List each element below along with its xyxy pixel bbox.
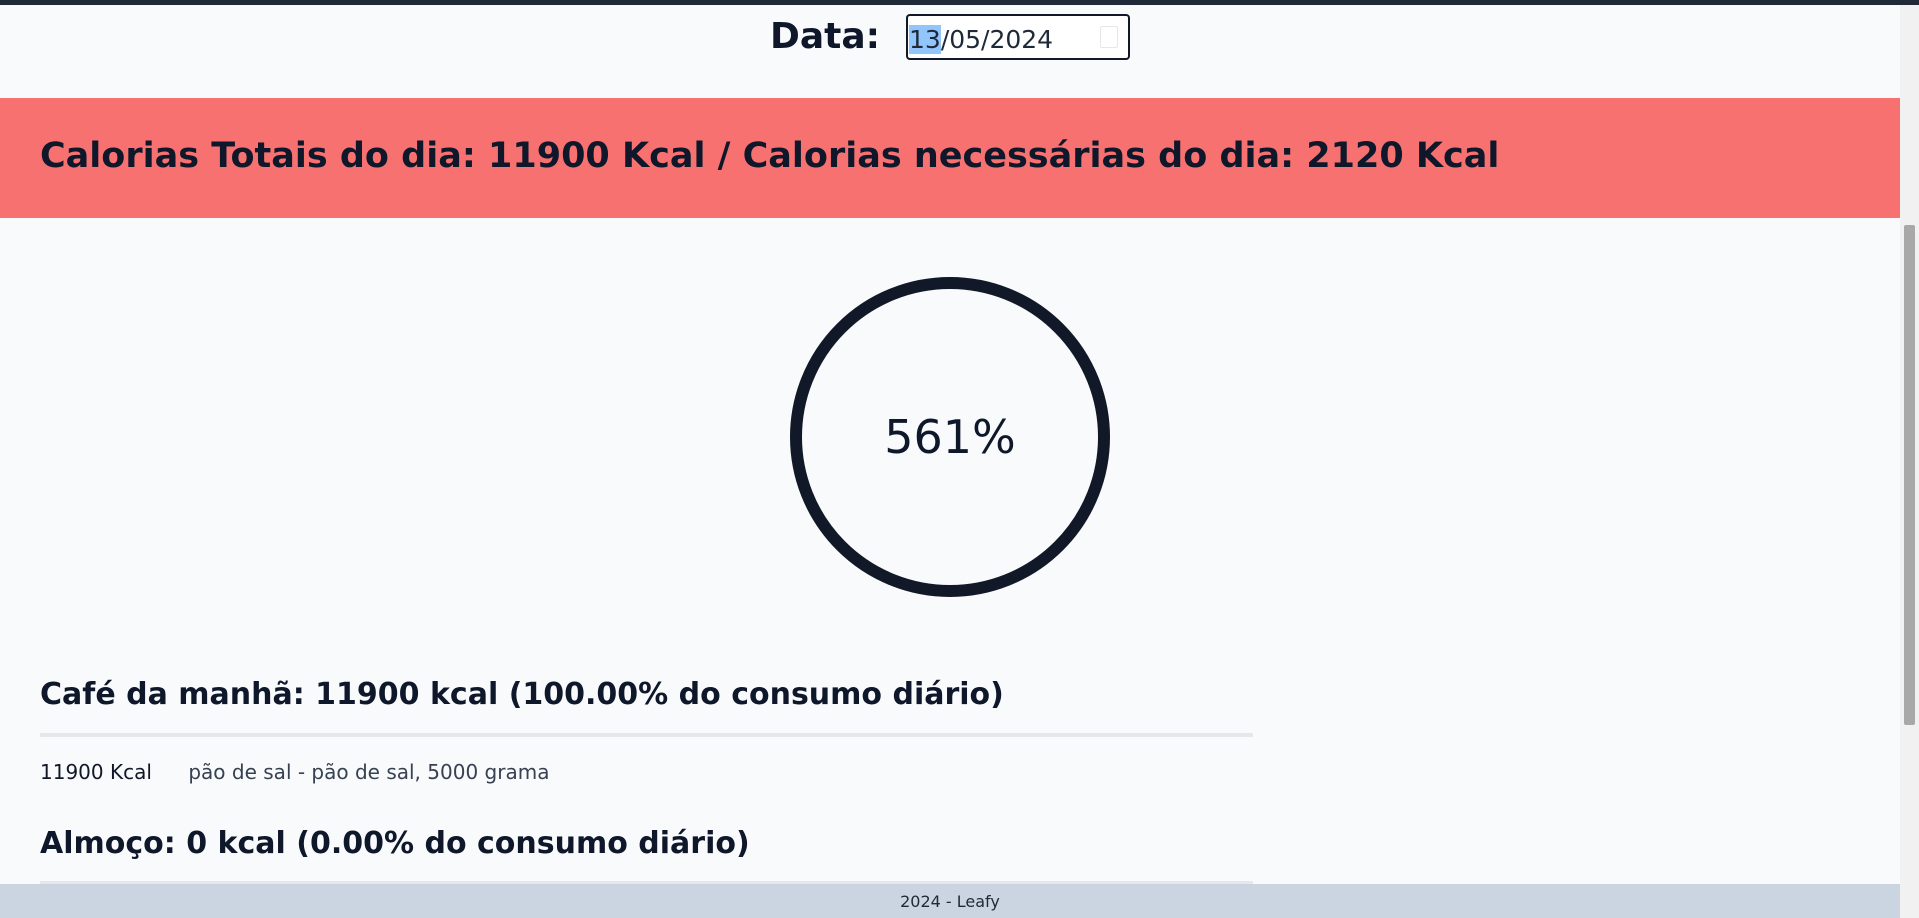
page-footer: 2024 - Leafy: [0, 884, 1900, 918]
meal-divider: [40, 733, 1253, 737]
scrollbar-thumb[interactable]: [1904, 225, 1915, 725]
date-label: Data:: [770, 16, 881, 57]
date-selector-row: Data: 13/05/2024: [0, 14, 1900, 64]
date-day-segment[interactable]: 13: [909, 24, 941, 54]
date-rest-segment[interactable]: /05/2024: [941, 25, 1053, 54]
footer-text: 2024 - Leafy: [900, 891, 1000, 911]
progress-ring: 561%: [790, 277, 1110, 597]
meal-item-row: 11900 Kcal pão de sal - pão de sal, 5000…: [40, 760, 549, 784]
meal-title-breakfast: Café da manhã: 11900 kcal (100.00% do co…: [40, 677, 1004, 712]
calorie-summary-text: Calorias Totais do dia: 11900 Kcal / Cal…: [40, 136, 1500, 176]
calorie-summary-banner: Calorias Totais do dia: 11900 Kcal / Cal…: [0, 98, 1900, 218]
meal-item-kcal: 11900 Kcal: [40, 760, 152, 784]
date-input[interactable]: 13/05/2024: [907, 15, 1129, 59]
window-top-border: [0, 0, 1919, 5]
calendar-icon[interactable]: [1100, 26, 1118, 48]
progress-percent: 561%: [884, 410, 1016, 464]
vertical-scrollbar[interactable]: [1900, 5, 1919, 918]
meal-title-lunch: Almoço: 0 kcal (0.00% do consumo diário): [40, 826, 750, 861]
meal-item-description: pão de sal - pão de sal, 5000 grama: [188, 760, 550, 784]
